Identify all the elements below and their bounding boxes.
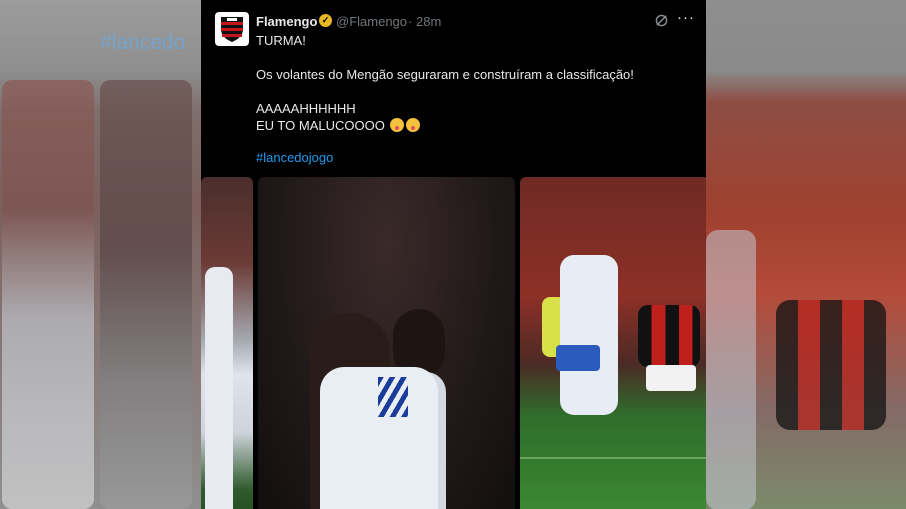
blurred-background-left: #lancedo: [0, 0, 201, 509]
grok-icon[interactable]: [655, 14, 668, 27]
photo-pitch-line: [520, 457, 706, 459]
blurred-photo-left-1: [2, 80, 94, 509]
tweet-media-2[interactable]: [258, 177, 515, 509]
avatar[interactable]: [215, 12, 249, 46]
author-handle[interactable]: @Flamengo: [336, 14, 407, 29]
blurred-photo-left-2: [100, 80, 192, 509]
photo-player-arm: [205, 267, 233, 509]
author-name[interactable]: Flamengo: [256, 14, 317, 29]
photo-cruzeiro-player: [560, 255, 618, 415]
verified-badge-icon: ✓: [319, 14, 332, 27]
hashtag-link[interactable]: #lancedojogo: [256, 150, 333, 165]
photo-cruzeiro-shorts: [556, 345, 600, 371]
meta-separator: ·: [408, 14, 413, 29]
flamengo-crest-icon: [221, 17, 243, 42]
tweet-text-line-4-wrap: EU TO MALUCOOOO: [256, 118, 421, 133]
zany-face-emoji-icon: [390, 118, 405, 132]
tweet-media-1[interactable]: [201, 177, 253, 509]
jersey-stripes: [378, 377, 408, 417]
more-options-button[interactable]: ···: [677, 9, 695, 26]
tweet-text-line-2: Os volantes do Mengão seguraram e constr…: [256, 67, 634, 82]
tweet-text-line-4: EU TO MALUCOOOO: [256, 118, 385, 133]
photo-player-jersey-front: [320, 367, 438, 509]
photo-flamengo-shorts: [646, 365, 696, 391]
blurred-player-redblack: [776, 300, 886, 430]
timestamp[interactable]: 28m: [416, 14, 441, 29]
photo-flamengo-player: [638, 305, 700, 367]
blurred-background-right: [706, 0, 906, 509]
tweet-card[interactable]: Flamengo ✓ @Flamengo · 28m ··· TURMA! Os…: [201, 0, 706, 509]
tweet-text-line-3: AAAAAHHHHHH: [256, 101, 356, 116]
zany-face-emoji-icon: [406, 118, 421, 132]
blurred-player-white: [706, 230, 756, 509]
tweet-media-3[interactable]: [520, 177, 706, 509]
tweet-text-line-1: TURMA!: [256, 33, 306, 48]
blurred-hashtag: #lancedo: [100, 31, 186, 54]
